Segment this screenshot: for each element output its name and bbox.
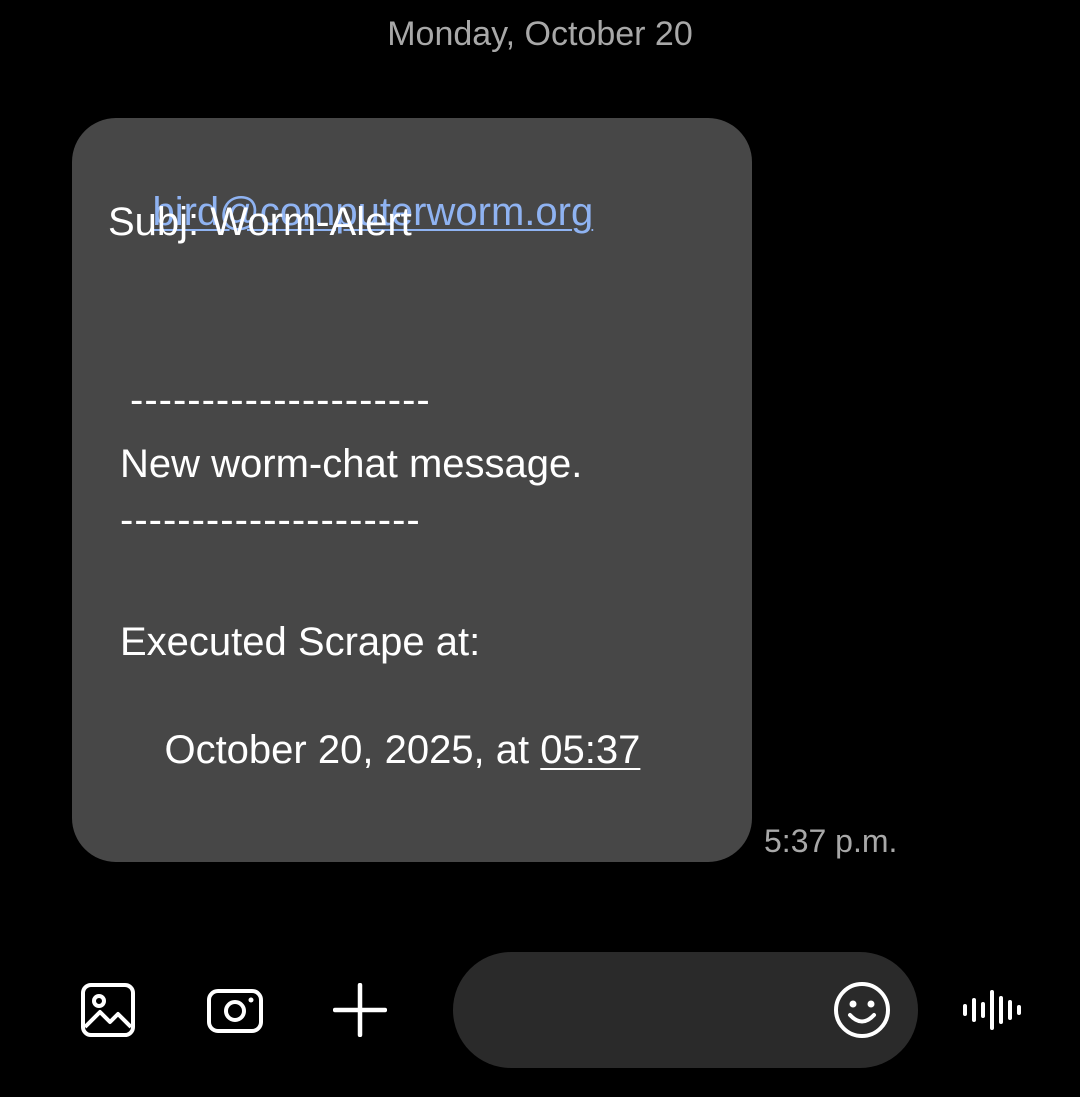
gallery-button[interactable]: [68, 952, 148, 1068]
message-bubble[interactable]: bird@computerworm.org Subj: Worm-Alert -…: [72, 118, 752, 862]
message-input-pill: [453, 952, 918, 1068]
divider-bottom: ---------------------: [120, 498, 421, 542]
camera-button[interactable]: [195, 952, 275, 1068]
message-subject: Subj: Worm-Alert: [108, 200, 412, 244]
divider-top: ---------------------: [130, 378, 431, 422]
date-header: Monday, October 20: [387, 15, 693, 53]
voice-waveform-icon: [963, 990, 1021, 1030]
executed-time-link[interactable]: 05:37: [540, 728, 640, 772]
composer-bar: [0, 952, 1080, 1068]
message-timestamp: 5:37 p.m.: [764, 823, 898, 859]
message-input[interactable]: [487, 982, 831, 1040]
camera-icon: [207, 989, 263, 1033]
plus-icon: [333, 983, 387, 1037]
executed-date-text: October 20, 2025, at: [164, 728, 541, 772]
gallery-icon: [81, 983, 135, 1037]
executed-label: Executed Scrape at:: [120, 620, 481, 664]
voice-message-button[interactable]: [952, 952, 1032, 1068]
message-body-line: New worm-chat message.: [120, 442, 583, 486]
emoji-icon[interactable]: [830, 978, 894, 1042]
add-attachment-button[interactable]: [320, 952, 400, 1068]
